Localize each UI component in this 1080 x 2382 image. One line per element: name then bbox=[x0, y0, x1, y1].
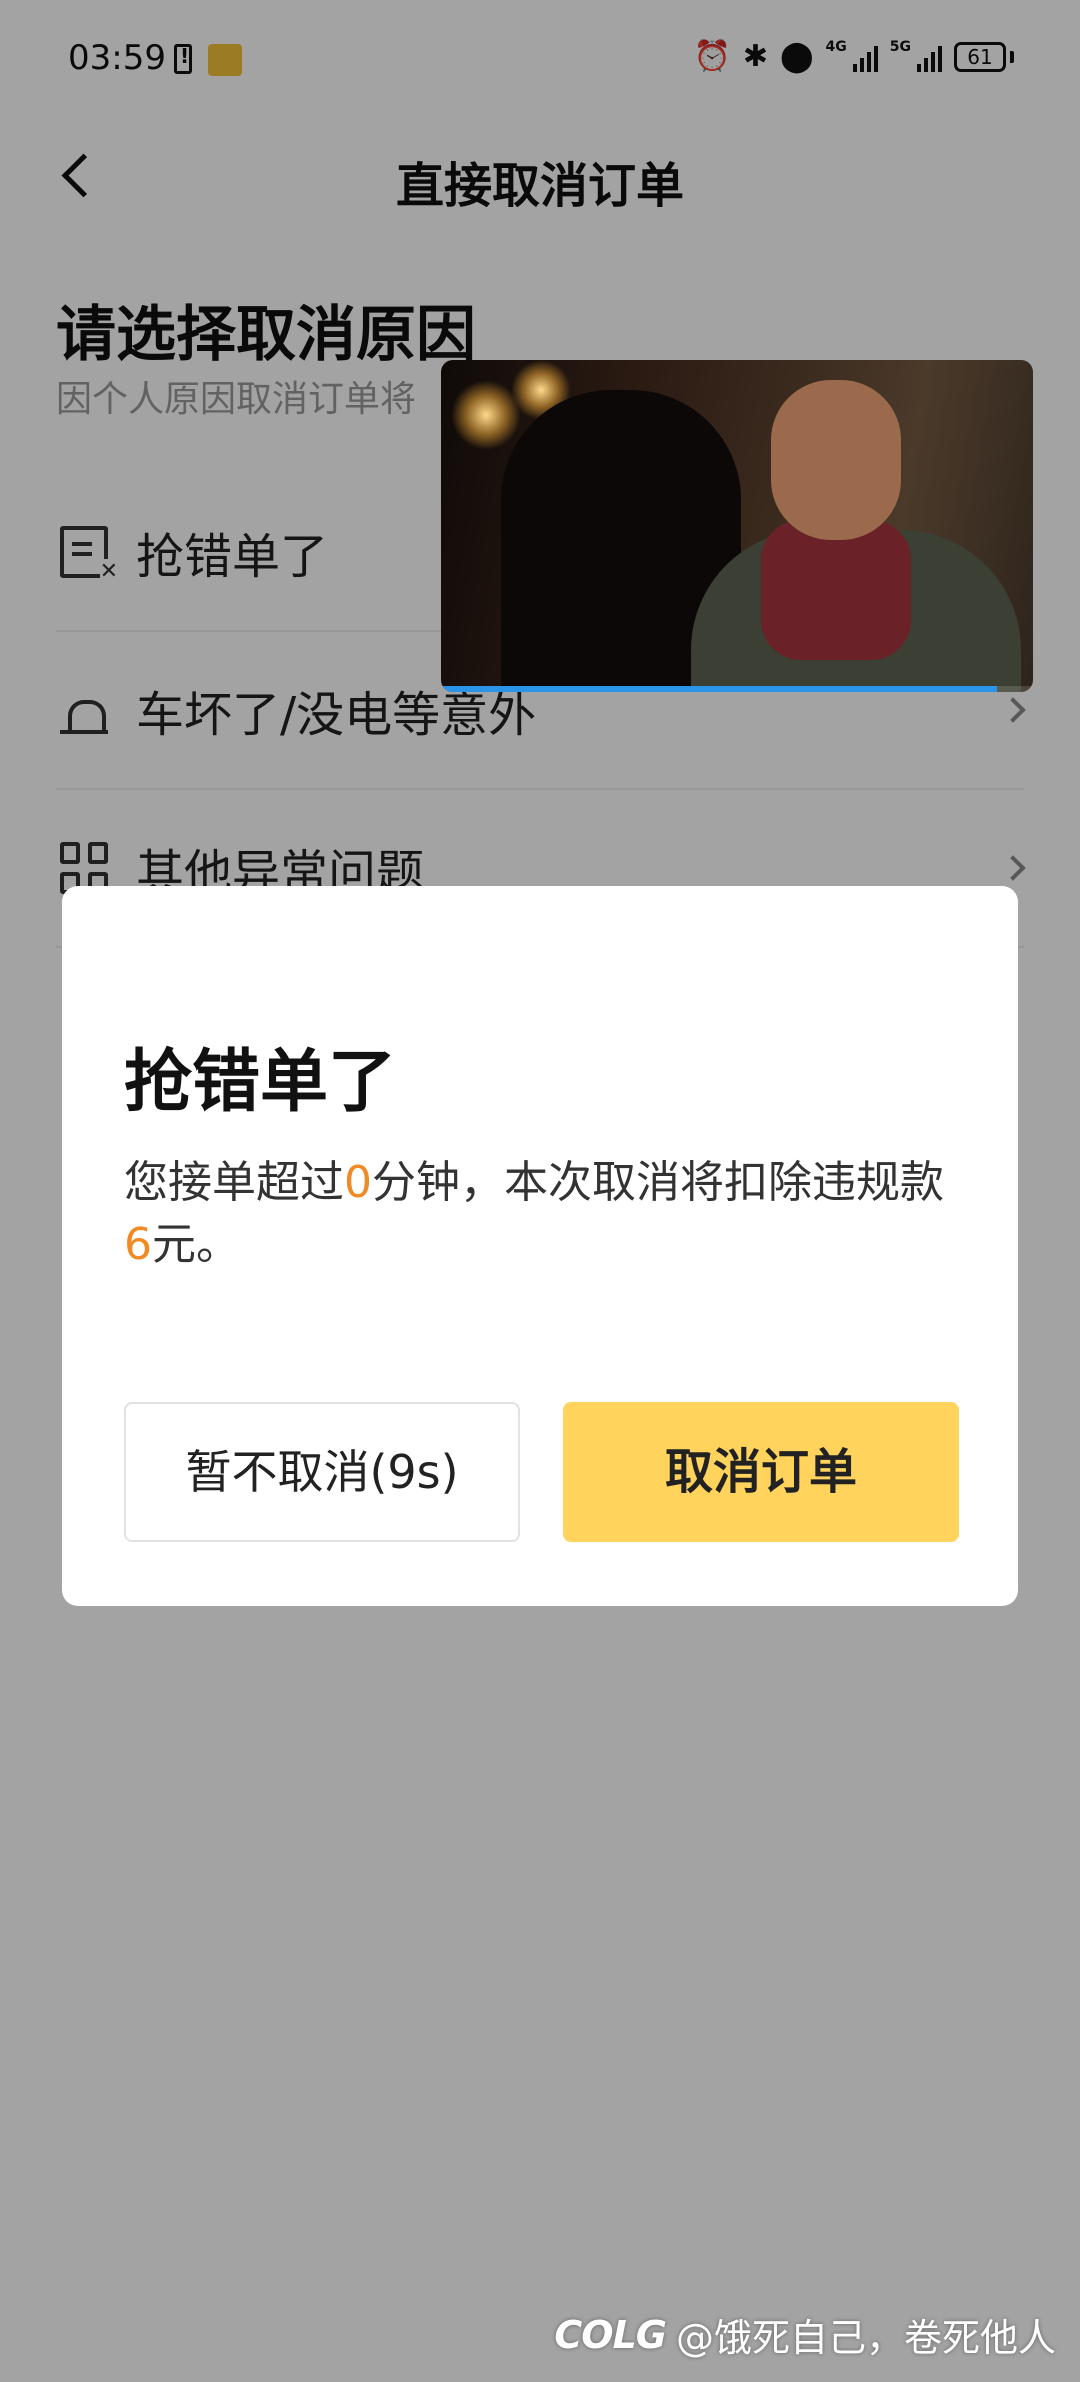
video-figure-scarf bbox=[761, 520, 911, 660]
message-part: 分钟，本次取消将扣除违规款 bbox=[372, 1157, 944, 1208]
dialog-title: 抢错单了 bbox=[124, 1043, 397, 1122]
cancel-dialog: 抢错单了 您接单超过0分钟，本次取消将扣除违规款 6元。 暂不取消(9s) 取消订… bbox=[62, 886, 1018, 1606]
penalty-amount: 6 bbox=[124, 1219, 152, 1270]
message-part: 元。 bbox=[152, 1219, 240, 1270]
minutes-value: 0 bbox=[344, 1157, 372, 1208]
confirm-cancel-button[interactable]: 取消订单 bbox=[563, 1402, 959, 1542]
video-figure-face bbox=[771, 380, 901, 540]
video-progress-bar[interactable] bbox=[441, 686, 1033, 692]
watermark-text: @饿死自己，卷死他人 bbox=[675, 2316, 1056, 2360]
message-part: 您接单超过 bbox=[124, 1157, 344, 1208]
watermark-logo: COLG bbox=[554, 2312, 667, 2357]
watermark: COLG @饿死自己，卷死他人 bbox=[554, 2307, 1056, 2362]
video-progress-fill bbox=[441, 686, 998, 692]
keep-order-button[interactable]: 暂不取消(9s) bbox=[124, 1402, 520, 1542]
dialog-message: 您接单超过0分钟，本次取消将扣除违规款 6元。 bbox=[124, 1152, 964, 1276]
video-player-pip[interactable] bbox=[441, 360, 1033, 692]
